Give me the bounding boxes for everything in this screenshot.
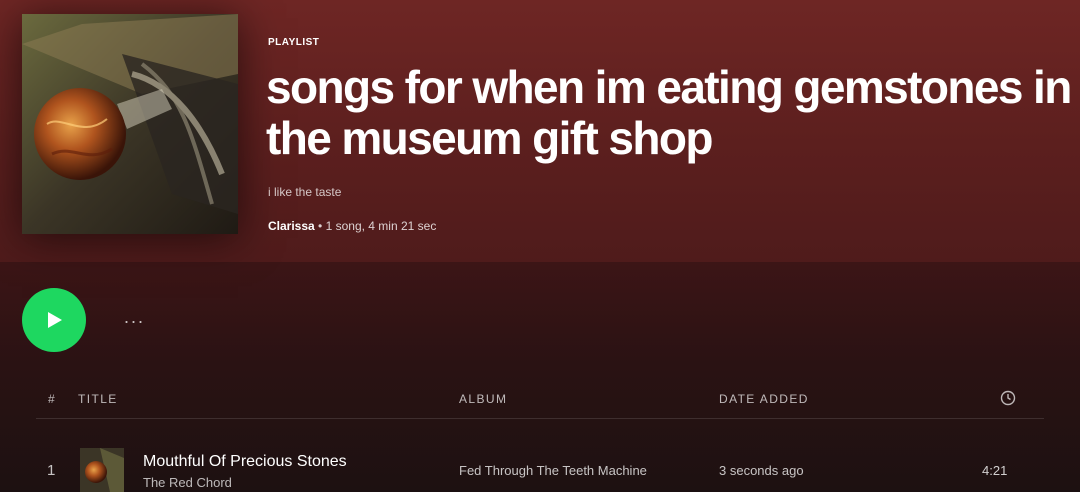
- track-album-art: [80, 448, 124, 492]
- clock-icon: [1000, 390, 1016, 406]
- playlist-meta: Clarissa • 1 song, 4 min 21 sec: [268, 219, 436, 233]
- column-header-album[interactable]: ALBUM: [459, 392, 507, 406]
- play-button[interactable]: [22, 288, 86, 352]
- column-header-number: #: [48, 392, 57, 406]
- track-duration: 4:21: [982, 463, 1008, 478]
- column-header-date-added[interactable]: DATE ADDED: [719, 392, 809, 406]
- playlist-owner-link[interactable]: Clarissa: [268, 219, 315, 233]
- track-date-added: 3 seconds ago: [719, 463, 804, 478]
- table-header-divider: [36, 418, 1044, 419]
- playlist-stats: 1 song, 4 min 21 sec: [325, 219, 437, 233]
- playlist-title: songs for when im eating gemstones in th…: [266, 61, 1072, 164]
- play-icon: [48, 312, 62, 328]
- column-header-title[interactable]: TITLE: [78, 392, 118, 406]
- playlist-cover-image[interactable]: [22, 14, 238, 234]
- playlist-type-label: PLAYLIST: [268, 37, 320, 48]
- track-number: 1: [47, 462, 56, 479]
- more-options-button[interactable]: ...: [124, 307, 145, 328]
- meta-separator: •: [318, 219, 323, 233]
- playlist-description: i like the taste: [268, 185, 342, 199]
- track-artist[interactable]: The Red Chord: [143, 475, 232, 490]
- track-title[interactable]: Mouthful Of Precious Stones: [143, 453, 347, 471]
- track-album[interactable]: Fed Through The Teeth Machine: [459, 463, 647, 478]
- column-header-duration[interactable]: [1000, 390, 1016, 409]
